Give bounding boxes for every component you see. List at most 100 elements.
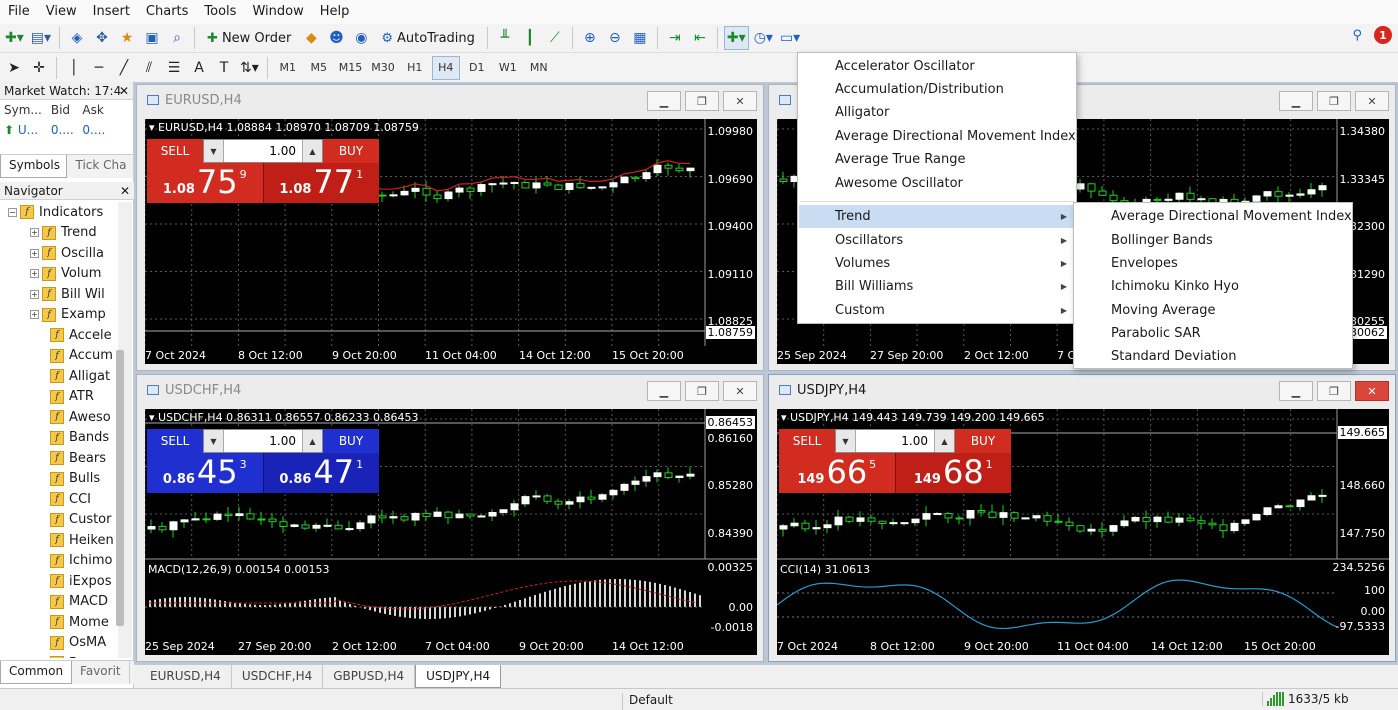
timeframe-h4[interactable]: H4 (431, 55, 460, 80)
menu-window[interactable]: Window (244, 0, 311, 24)
timeframe-mn[interactable]: MN (525, 56, 553, 80)
community-icon[interactable]: ☻ (325, 26, 347, 50)
menu-item-accelerator-oscillator[interactable]: Accelerator Oscillator (799, 55, 1075, 78)
tile-windows-icon[interactable]: ▦ (629, 26, 651, 50)
chevron-down-icon[interactable]: ▼ (204, 140, 224, 162)
chart-shift-icon[interactable]: ⇤ (689, 26, 711, 50)
expand-icon[interactable]: + (30, 248, 39, 258)
tree-node-indicator[interactable]: f CCI (0, 489, 118, 510)
expand-icon[interactable]: + (30, 310, 39, 320)
line-chart-icon[interactable]: ⟋ (544, 26, 566, 50)
minimize-icon[interactable]: ▁ (1279, 91, 1313, 111)
menu-item-oscillators[interactable]: Oscillators ▶ (799, 229, 1075, 252)
scroll-end-icon[interactable]: ⇥ (664, 26, 686, 50)
fibonacci-icon[interactable]: ☰ (163, 56, 185, 80)
tab-gbpusd[interactable]: GBPUSD,H4 (323, 665, 416, 688)
bid-quote-button[interactable]: 149 66 5 (779, 453, 896, 493)
text-label-icon[interactable]: T (213, 56, 235, 80)
tree-node-indicator[interactable]: f Heiken (0, 530, 118, 551)
close-icon[interactable]: ✕ (1355, 381, 1389, 401)
close-icon[interactable]: ✕ (723, 381, 757, 401)
submenu-item-bollinger-bands[interactable]: Bollinger Bands (1075, 229, 1351, 252)
menu-item-bill-williams[interactable]: Bill Williams ▶ (799, 275, 1075, 298)
menu-item-custom[interactable]: Custom ▶ (799, 299, 1075, 322)
timeframe-m1[interactable]: M1 (274, 56, 302, 80)
col-ask[interactable]: Ask (78, 100, 110, 120)
tab-symbols[interactable]: Symbols (0, 155, 68, 178)
navigator-icon[interactable]: ★ (116, 26, 138, 50)
close-icon[interactable]: ✕ (1355, 91, 1389, 111)
tree-node-indicator[interactable]: f Accum (0, 346, 118, 367)
tree-node-indicator[interactable]: f iExpos (0, 571, 118, 592)
tree-node-volumes[interactable]: + f Volum (0, 264, 118, 285)
tree-node-examples[interactable]: + f Examp (0, 305, 118, 326)
minimize-icon[interactable]: ▁ (1279, 381, 1313, 401)
ask-quote-button[interactable]: 0.86 47 1 (263, 453, 379, 493)
tree-node-indicator[interactable]: f ATR (0, 387, 118, 408)
expand-icon[interactable]: + (30, 269, 39, 279)
notification-badge[interactable]: 1 (1374, 26, 1392, 44)
submenu-item-envelopes[interactable]: Envelopes (1075, 252, 1351, 275)
menu-item-volumes[interactable]: Volumes ▶ (799, 252, 1075, 275)
search-icon[interactable]: ⚲ (1352, 28, 1362, 43)
tree-node-oscillators[interactable]: + f Oscilla (0, 243, 118, 264)
market-watch-icon[interactable]: ◈ (66, 26, 88, 50)
tab-favorites[interactable]: Favorit (72, 661, 130, 684)
tree-node-indicator[interactable]: f Mome (0, 612, 118, 633)
restore-icon[interactable]: ❐ (1317, 91, 1351, 111)
ask-quote-button[interactable]: 149 68 1 (895, 453, 1011, 493)
tree-node-trend[interactable]: + f Trend (0, 223, 118, 244)
crosshair-icon[interactable]: ✛ (28, 56, 50, 80)
menu-insert[interactable]: Insert (85, 0, 138, 24)
submenu-item-parabolic-sar[interactable]: Parabolic SAR (1075, 322, 1351, 345)
buy-button[interactable]: BUY (955, 429, 1011, 453)
chart-window-usdjpy[interactable]: USDJPY,H4 ▁ ❐ ✕ ▾ USDJPY,H4 149.443 149.… (768, 374, 1396, 662)
menu-item-atr[interactable]: Average True Range (799, 148, 1075, 171)
close-icon[interactable]: ✕ (120, 182, 130, 199)
chevron-down-icon[interactable]: ▼ (204, 430, 224, 452)
data-window-icon[interactable]: ✥ (91, 26, 113, 50)
tree-node-indicators[interactable]: − f Indicators (0, 202, 118, 223)
metaeditor-icon[interactable]: ◆ (300, 26, 322, 50)
restore-icon[interactable]: ❐ (685, 381, 719, 401)
timeframe-m30[interactable]: M30 (368, 56, 398, 80)
chevron-down-icon[interactable]: ▼ (836, 430, 856, 452)
menu-help[interactable]: Help (312, 0, 358, 24)
timeframe-w1[interactable]: W1 (494, 56, 522, 80)
menu-file[interactable]: File (0, 0, 38, 24)
autotrading-button[interactable]: ⚙ AutoTrading (375, 26, 481, 50)
channel-icon[interactable]: ⫽ (138, 56, 160, 80)
sell-button[interactable]: SELL (779, 429, 835, 453)
chart-window-usdchf[interactable]: USDCHF,H4 ▁ ❐ ✕ ▾ USDCHF,H4 0.86311 0.86… (136, 374, 764, 662)
close-icon[interactable]: ✕ (119, 82, 129, 99)
chart-window-eurusd[interactable]: EURUSD,H4 ▁ ❐ ✕ ▾ EURUSD,H4 1.08884 1.08… (136, 84, 764, 371)
profile-name[interactable]: Default (622, 693, 673, 710)
tree-node-indicator[interactable]: f Ichimo (0, 551, 118, 572)
tree-node-indicator[interactable]: f Custor (0, 510, 118, 531)
timeframe-m15[interactable]: M15 (336, 56, 366, 80)
tab-tick-chart[interactable]: Tick Cha (67, 155, 134, 178)
new-order-button[interactable]: ✚ New Order (201, 26, 297, 50)
minimize-icon[interactable]: ▁ (647, 381, 681, 401)
expand-icon[interactable]: + (30, 289, 39, 299)
tree-node-indicator[interactable]: f MACD (0, 592, 118, 613)
menu-charts[interactable]: Charts (138, 0, 197, 24)
tree-node-bill-williams[interactable]: + f Bill Wil (0, 284, 118, 305)
menu-item-admi[interactable]: Average Directional Movement Index (799, 125, 1076, 148)
menu-item-awesome-oscillator[interactable]: Awesome Oscillator (799, 172, 1075, 195)
tab-usdjpy[interactable]: USDJPY,H4 (415, 665, 502, 688)
strategy-tester-icon[interactable]: ⌕ (166, 26, 188, 50)
submenu-item-admi[interactable]: Average Directional Movement Index (1075, 205, 1352, 228)
buy-button[interactable]: BUY (323, 139, 379, 163)
timeframe-d1[interactable]: D1 (463, 56, 491, 80)
tab-eurusd[interactable]: EURUSD,H4 (140, 665, 232, 688)
tree-node-indicator[interactable]: f Aweso (0, 407, 118, 428)
profiles-icon[interactable]: ▤▾ (29, 26, 53, 50)
tree-node-indicator[interactable]: f Bears (0, 448, 118, 469)
text-icon[interactable]: A (188, 56, 210, 80)
close-icon[interactable]: ✕ (723, 91, 757, 111)
periods-icon[interactable]: ◷▾ (752, 26, 775, 50)
vertical-line-icon[interactable]: │ (63, 56, 85, 80)
trendline-icon[interactable]: ╱ (113, 56, 135, 80)
new-chart-icon[interactable]: ✚▾ (3, 26, 26, 50)
